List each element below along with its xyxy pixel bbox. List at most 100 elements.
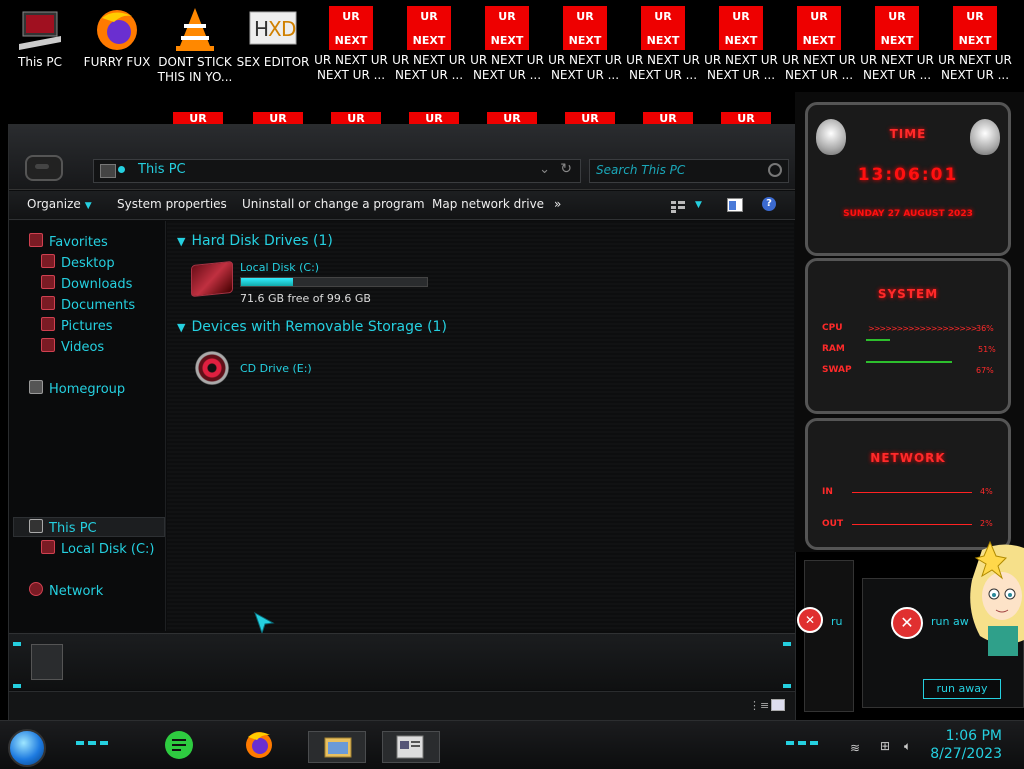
desktop-icon-ur-next[interactable]: UR NEXT UR NEXT UR NEXT UR ... (469, 0, 545, 83)
show-hidden-icons-icon[interactable]: ≋ (850, 741, 864, 755)
desktop-icon-ur-next[interactable]: UR NEXT UR NEXT UR NEXT UR ... (781, 0, 857, 83)
organize-button[interactable]: Organize ▼ (27, 197, 92, 211)
widget-date: SUNDAY 27 AUGUST 2023 (843, 209, 973, 219)
search-input[interactable]: Search This PC (589, 159, 789, 183)
drive-e-name[interactable]: CD Drive (E:) (240, 362, 312, 375)
videos-folder-icon (41, 338, 55, 352)
details-view-icon[interactable]: ⋮≡ (749, 699, 769, 712)
run-away-button[interactable]: run away (923, 679, 1001, 699)
nav-item-downloads[interactable]: Downloads (41, 275, 132, 292)
network-status-icon[interactable]: ⊞ (880, 739, 894, 753)
accent-light (783, 684, 791, 688)
svg-text:D: D (281, 17, 296, 41)
desktop-icon-label: DONT STICK THIS IN YO... (157, 55, 233, 84)
svg-text:X: X (268, 17, 282, 41)
map-network-drive-button[interactable]: Map network drive (432, 197, 544, 211)
drive-icon (41, 540, 55, 554)
search-icon[interactable] (768, 163, 782, 177)
caret-down-icon: ▼ (84, 201, 92, 211)
drive-c-space: 71.6 GB free of 99.6 GB (240, 292, 371, 305)
accent-light (13, 642, 21, 646)
clock-date: 8/27/2023 (930, 746, 1002, 762)
volume-icon[interactable]: 🔈︎ (904, 739, 918, 753)
desktop-icon-ur-next[interactable]: UR NEXT UR NEXT UR NEXT UR ... (547, 0, 623, 83)
desktop-icon-label: This PC (18, 55, 62, 69)
time-widget: TIME 13:06:01 SUNDAY 27 AUGUST 2023 (805, 102, 1011, 256)
nav-item-documents[interactable]: Documents (41, 296, 135, 313)
content-pane: ▼ Hard Disk Drives (1) Local Disk (C:) 71… (167, 221, 794, 635)
computer-icon (100, 164, 116, 178)
nav-item-local-disk[interactable]: Local Disk (C:) (41, 540, 154, 557)
taskbar-notes-app[interactable] (162, 729, 196, 761)
folder-icon (324, 737, 352, 758)
net-out-label: OUT (822, 519, 844, 529)
help-icon[interactable]: ? (762, 197, 776, 211)
desktop-icon-label: SEX EDITOR (236, 55, 310, 69)
desktop-icon-furry-fux[interactable]: FURRY FUX (79, 0, 155, 70)
taskbar-firefox[interactable] (242, 729, 276, 761)
clock-time: 1:06 PM (945, 728, 1002, 744)
address-bar[interactable]: This PC ⌄ ↻ (93, 159, 581, 183)
desktop-icon-ur-next[interactable]: UR NEXT UR NEXT UR NEXT UR ... (859, 0, 935, 83)
ram-label: RAM (822, 344, 845, 354)
desktop-icon-label: UR NEXT UR NEXT UR ... (626, 53, 700, 82)
drive-c-name[interactable]: Local Disk (C:) (240, 261, 319, 274)
desktop-icon-ur-next[interactable]: UR NEXT UR NEXT UR NEXT UR ... (313, 0, 389, 83)
nav-item-homegroup[interactable]: Homegroup (29, 380, 125, 397)
desktop-icon-label: UR NEXT UR NEXT UR ... (314, 53, 388, 82)
ur-next-icon: UR NEXT (953, 6, 997, 50)
taskbar-document-app[interactable] (382, 731, 440, 763)
view-options-icon[interactable] (671, 198, 685, 213)
nav-item-network[interactable]: Network (29, 582, 103, 599)
widget-time: 13:06:01 (857, 165, 959, 185)
accent-light (76, 741, 84, 745)
ur-next-icon: UR NEXT (875, 6, 919, 50)
group-header-hard-disk-drives[interactable]: ▼ Hard Disk Drives (1) (177, 233, 333, 249)
pictures-folder-icon (41, 317, 55, 331)
chevron-down-icon[interactable]: ⌄ (539, 162, 550, 177)
location-dot-icon (118, 166, 125, 173)
vlc-cone-icon (170, 6, 220, 52)
refresh-icon[interactable]: ↻ (560, 161, 572, 177)
ur-next-icon: UR NEXT (329, 6, 373, 50)
system-properties-button[interactable]: System properties (117, 197, 227, 211)
collapse-chevron-icon[interactable]: ▼ (177, 321, 185, 334)
network-icon (29, 582, 43, 596)
network-widget-title: NETWORK (870, 451, 946, 465)
nav-item-favorites[interactable]: Favorites (29, 233, 108, 250)
desktop-icon-ur-next[interactable]: UR NEXT UR NEXT UR NEXT UR ... (625, 0, 701, 83)
taskbar-explorer-active[interactable] (308, 731, 366, 763)
nav-item-pictures[interactable]: Pictures (41, 317, 112, 334)
nav-item-this-pc[interactable]: This PC (29, 519, 97, 536)
uninstall-program-button[interactable]: Uninstall or change a program (242, 197, 425, 211)
group-header-removable-storage[interactable]: ▼ Devices with Removable Storage (1) (177, 319, 447, 335)
start-button[interactable] (8, 729, 46, 767)
cpu-value: 36% (976, 324, 994, 333)
accent-light (100, 741, 108, 745)
cpu-label: CPU (822, 323, 843, 333)
desktop-icon-hxd[interactable]: HXD SEX EDITOR (235, 0, 311, 70)
firefox-icon (246, 732, 272, 758)
star-icon (29, 233, 43, 247)
desktop-icon-label: UR NEXT UR NEXT UR ... (860, 53, 934, 82)
net-in-graph (852, 492, 972, 493)
collapse-chevron-icon[interactable]: ▼ (177, 235, 185, 248)
breadcrumb[interactable]: This PC (138, 162, 186, 177)
nav-item-desktop[interactable]: Desktop (41, 254, 115, 271)
desktop-icon-ur-next[interactable]: UR NEXT UR NEXT UR NEXT UR ... (937, 0, 1013, 83)
taskbar-clock[interactable]: 1:06 PM 8/27/2023 (930, 727, 1002, 763)
desktop-icon-this-pc[interactable]: This PC (2, 0, 78, 70)
details-pane (9, 633, 795, 690)
desktop-icon-ur-next[interactable]: UR NEXT UR NEXT UR NEXT UR ... (703, 0, 779, 83)
ur-next-icon: UR NEXT (797, 6, 841, 50)
large-icons-view-icon[interactable] (771, 699, 785, 711)
view-dropdown-icon[interactable]: ▼ (695, 200, 702, 210)
desktop-icon-vlc[interactable]: DONT STICK THIS IN YO... (157, 0, 233, 85)
drive-c-usage-bar (240, 277, 428, 287)
more-commands-button[interactable]: » (554, 197, 561, 211)
desktop-icon-ur-next[interactable]: UR NEXT UR NEXT UR NEXT UR ... (391, 0, 467, 83)
desktop-icon-label: UR NEXT UR NEXT UR ... (470, 53, 544, 82)
nav-item-videos[interactable]: Videos (41, 338, 104, 355)
preview-pane-icon[interactable] (727, 197, 743, 212)
accent-light (88, 741, 96, 745)
